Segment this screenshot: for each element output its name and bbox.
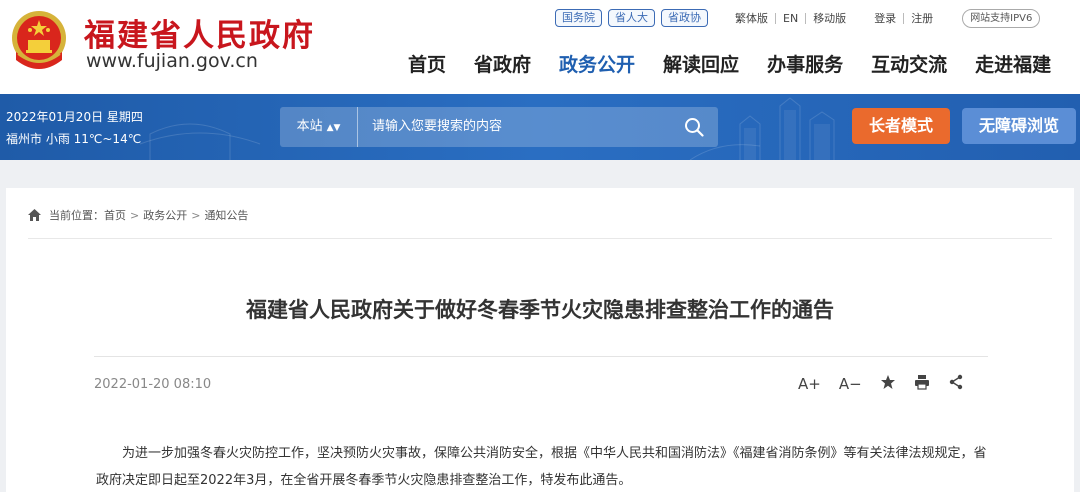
link-register[interactable]: 注册	[904, 10, 940, 26]
ipv6-badge: 网站支持IPV6	[962, 8, 1041, 28]
share-icon	[949, 374, 962, 390]
printer-icon	[914, 375, 929, 390]
print-button[interactable]	[914, 374, 930, 394]
font-increase-button[interactable]: A+	[798, 374, 821, 394]
star-icon	[880, 375, 895, 389]
breadcrumb-gov-affairs[interactable]: 政务公开	[143, 207, 187, 223]
nav-services[interactable]: 办事服务	[767, 50, 843, 77]
breadcrumb-home[interactable]: 首页	[104, 207, 126, 223]
nav-about-fujian[interactable]: 走进福建	[975, 50, 1051, 77]
site-header: 福建省人民政府 www.fujian.gov.cn 国务院 省人大 省政协 繁体…	[0, 0, 1080, 94]
search-icon[interactable]	[684, 117, 704, 137]
current-date: 2022年01月20日 星期四	[6, 110, 143, 124]
link-mobile[interactable]: 移动版	[806, 10, 853, 26]
article-paragraph: 为进一步加强冬春火灾防控工作，坚决预防火灾事故，保障公共消防安全，根据《中华人民…	[96, 446, 987, 488]
home-icon	[28, 209, 41, 221]
search-input[interactable]	[372, 107, 662, 147]
link-login[interactable]: 登录	[867, 10, 903, 26]
link-cppcc[interactable]: 省政协	[661, 9, 708, 27]
nav-gov-affairs[interactable]: 政务公开	[559, 50, 635, 77]
share-button[interactable]	[948, 374, 964, 394]
divider	[94, 356, 988, 357]
site-url[interactable]: www.fujian.gov.cn	[86, 50, 258, 72]
nav-interaction[interactable]: 互动交流	[871, 50, 947, 77]
site-title[interactable]: 福建省人民政府	[84, 10, 315, 55]
breadcrumb-notices[interactable]: 通知公告	[204, 207, 248, 223]
link-english[interactable]: EN	[776, 12, 805, 25]
search-box: 本站 ▲▼	[280, 107, 718, 147]
elder-mode-button[interactable]: 长者模式	[852, 108, 950, 144]
nav-interpretation[interactable]: 解读回应	[663, 50, 739, 77]
accessibility-button[interactable]: 无障碍浏览	[962, 108, 1076, 144]
nav-home[interactable]: 首页	[408, 50, 446, 77]
breadcrumb-separator: >	[130, 208, 140, 222]
sort-arrows-icon: ▲▼	[326, 123, 341, 133]
search-scope-label: 本站	[296, 119, 323, 134]
divider	[28, 238, 1052, 239]
search-band: 2022年01月20日 星期四 福州市 小雨 11℃~14℃ 本站▲▼ 长者模式…	[0, 94, 1080, 160]
top-links-bar: 国务院 省人大 省政协 繁体版 EN 移动版 登录 注册 网站支持IPV6	[555, 8, 1041, 28]
main-nav: 首页 省政府 政务公开 解读回应 办事服务 互动交流 走进福建	[408, 50, 1051, 77]
link-traditional[interactable]: 繁体版	[728, 10, 775, 26]
article-tools: A+ A−	[798, 374, 982, 394]
breadcrumb-label: 当前位置：	[49, 209, 104, 222]
breadcrumb-separator: >	[191, 208, 201, 222]
article-card: 当前位置： 首页 > 政务公开 > 通知公告 福建省人民政府关于做好冬春季节火灾…	[6, 188, 1074, 492]
article-title: 福建省人民政府关于做好冬春季节火灾隐患排查整治工作的通告	[246, 298, 834, 322]
link-provincial-congress[interactable]: 省人大	[608, 9, 655, 27]
weather-info: 福州市 小雨 11℃~14℃	[6, 132, 142, 146]
nav-provincial-gov[interactable]: 省政府	[474, 50, 531, 77]
national-emblem-icon[interactable]	[8, 8, 70, 74]
favorite-button[interactable]	[880, 374, 896, 394]
link-state-council[interactable]: 国务院	[555, 9, 602, 27]
publish-date: 2022-01-20 08:10	[94, 377, 212, 392]
search-scope-select[interactable]: 本站 ▲▼	[280, 107, 358, 147]
font-decrease-button[interactable]: A−	[839, 374, 862, 394]
breadcrumb: 当前位置： 首页 > 政务公开 > 通知公告	[28, 207, 248, 223]
